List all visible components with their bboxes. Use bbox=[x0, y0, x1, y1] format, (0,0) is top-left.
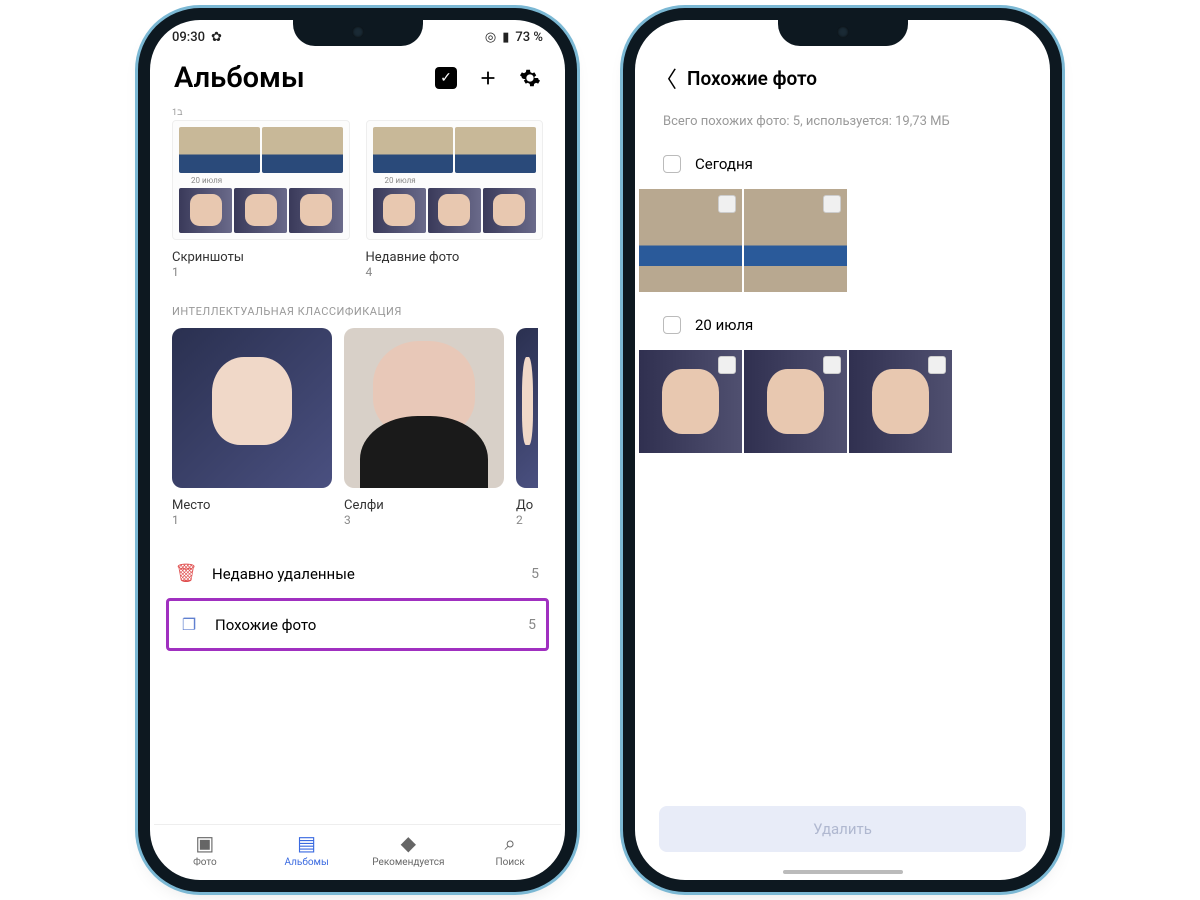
checkbox[interactable] bbox=[718, 195, 736, 213]
nav-search[interactable]: ⌕ Поиск bbox=[459, 831, 561, 868]
bottom-nav: ▣ Фото ▤ Альбомы ◆ Рекомендуется ⌕ Поиск bbox=[154, 824, 561, 880]
date-group-july20[interactable]: 20 июля bbox=[639, 306, 1046, 344]
smart-album-selfie[interactable]: Селфи 3 bbox=[344, 328, 504, 527]
checkbox[interactable] bbox=[823, 356, 841, 374]
photos-icon: ▣ bbox=[195, 831, 214, 855]
summary-text: Всего похожих фото: 5, используется: 19,… bbox=[639, 108, 1046, 145]
checkbox[interactable] bbox=[928, 356, 946, 374]
diamond-icon: ◆ bbox=[401, 831, 416, 855]
delete-button[interactable]: Удалить bbox=[659, 806, 1026, 852]
album-count: 4 bbox=[366, 265, 544, 279]
album-label: Скриншоты bbox=[172, 250, 350, 265]
status-time: 09:30 bbox=[172, 30, 205, 45]
back-button[interactable]: 〈 bbox=[655, 62, 677, 94]
battery-icon: ▮ bbox=[502, 30, 509, 45]
smart-row: Место 1 Селфи 3 До 2 bbox=[172, 328, 543, 527]
checkbox[interactable] bbox=[718, 356, 736, 374]
checkbox[interactable] bbox=[823, 195, 841, 213]
settings-button[interactable] bbox=[519, 67, 541, 89]
checkbox[interactable] bbox=[663, 155, 681, 173]
phone-left: 09:30 ✿ ◎ ▮ 73 % Альбомы ✓ 1ב 20 июля bbox=[150, 20, 565, 880]
battery-percent: 73 % bbox=[515, 30, 543, 45]
notch bbox=[778, 20, 908, 46]
album-screenshots[interactable]: 20 июля Скриншоты 1 bbox=[172, 120, 350, 279]
smart-album-place[interactable]: Место 1 bbox=[172, 328, 332, 527]
album-label: Недавние фото bbox=[366, 250, 544, 265]
album-count: 1 bbox=[172, 265, 350, 279]
photo-item[interactable] bbox=[744, 189, 847, 292]
nav-recommended[interactable]: ◆ Рекомендуется bbox=[358, 831, 460, 868]
albums-icon: ▤ bbox=[297, 831, 316, 855]
checkbox[interactable] bbox=[663, 316, 681, 334]
page-title: Похожие фото bbox=[687, 67, 817, 90]
vibrate-icon: ◎ bbox=[485, 30, 496, 45]
notch bbox=[293, 20, 423, 46]
home-indicator[interactable] bbox=[783, 870, 903, 874]
photo-grid-today bbox=[639, 183, 1046, 306]
nav-albums[interactable]: ▤ Альбомы bbox=[256, 831, 358, 868]
duplicate-icon: ❐ bbox=[179, 615, 199, 634]
date-group-today[interactable]: Сегодня bbox=[639, 145, 1046, 183]
search-icon: ⌕ bbox=[505, 831, 516, 855]
phone-right: 〈 Похожие фото Всего похожих фото: 5, ис… bbox=[635, 20, 1050, 880]
photo-item[interactable] bbox=[639, 189, 742, 292]
page-title: Альбомы bbox=[174, 61, 415, 95]
section-smart-classification: ИНТЕЛЛЕКТУАЛЬНАЯ КЛАССИФИКАЦИЯ bbox=[172, 305, 543, 318]
album-recent[interactable]: 20 июля Недавние фото 4 bbox=[366, 120, 544, 279]
albums-row: 20 июля Скриншоты 1 20 июля Недавние фот… bbox=[172, 120, 543, 279]
settings-small-icon: ✿ bbox=[211, 30, 222, 45]
add-album-button[interactable] bbox=[477, 67, 499, 89]
photo-item[interactable] bbox=[849, 350, 952, 453]
smart-album-cut[interactable]: До 2 bbox=[516, 328, 538, 527]
similar-photos-row[interactable]: ❐ Похожие фото 5 bbox=[166, 598, 549, 651]
albums-header: Альбомы ✓ bbox=[154, 49, 561, 107]
trash-icon: 🗑 bbox=[176, 563, 196, 584]
photo-item[interactable] bbox=[744, 350, 847, 453]
photo-grid-july20 bbox=[639, 344, 1046, 467]
recently-deleted-row[interactable]: 🗑 Недавно удаленные 5 bbox=[172, 549, 543, 598]
nav-photos[interactable]: ▣ Фото bbox=[154, 831, 256, 868]
photo-item[interactable] bbox=[639, 350, 742, 453]
select-mode-button[interactable]: ✓ bbox=[435, 67, 457, 89]
detail-header: 〈 Похожие фото bbox=[639, 48, 1046, 108]
